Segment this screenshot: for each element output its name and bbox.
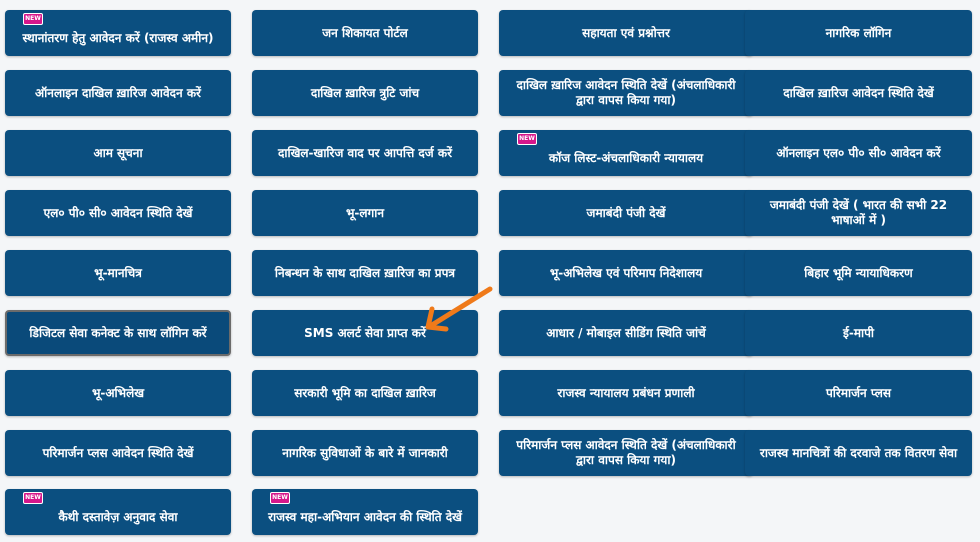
- service-tile-label: दाखिल ख़ारिज आवेदन स्थिति देखें: [783, 85, 934, 100]
- service-tile[interactable]: एल० पी० सी० आवेदन स्थिति देखें: [5, 190, 231, 236]
- new-badge-icon: NEW: [270, 492, 290, 504]
- service-tile[interactable]: जमाबंदी पंजी देखें ( भारत की सभी 22 भाषा…: [745, 190, 972, 236]
- service-tile-label: सहायता एवं प्रश्नोत्तर: [582, 25, 670, 40]
- service-tile-label: सरकारी भूमि का दाखिल ख़ारिज: [294, 385, 436, 400]
- service-tile-label: आधार / मोबाइल सीडिंग स्थिति जांचें: [546, 325, 706, 340]
- service-tile[interactable]: डिजिटल सेवा कनेक्ट के साथ लॉगिन करें: [5, 310, 231, 356]
- service-tile-label: राजस्व न्यायालय प्रबंधन प्रणाली: [557, 385, 695, 400]
- service-tile[interactable]: NEW राजस्व महा-अभियान आवेदन की स्थिति देख…: [252, 489, 478, 535]
- service-tile[interactable]: दाखिल ख़ारिज आवेदन स्थिति देखें: [745, 70, 972, 116]
- service-tile[interactable]: ऑनलाइन एल० पी० सी० आवेदन करें: [745, 130, 972, 176]
- service-tile[interactable]: भू-अभिलेख एवं परिमाप निदेशालय: [499, 250, 753, 296]
- services-grid: NEW स्थानांतरण हेतु आवेदन करें (राजस्व अम…: [0, 0, 980, 542]
- service-tile-label: परिमार्जन प्लस आवेदन स्थिति देखें: [42, 445, 194, 460]
- service-tile[interactable]: जन शिकायत पोर्टल: [252, 10, 478, 56]
- service-tile-label: जमाबंदी पंजी देखें: [586, 205, 666, 220]
- service-tile[interactable]: NEW स्थानांतरण हेतु आवेदन करें (राजस्व अम…: [5, 10, 231, 56]
- service-tile-label: दाखिल ख़ारिज त्रुटि जांच: [310, 85, 420, 100]
- service-tile-label: निबन्धन के साथ दाखिल ख़ारिज का प्रपत्र: [274, 265, 456, 280]
- service-tile[interactable]: नागरिक लॉगिन: [745, 10, 972, 56]
- service-tile-label: ऑनलाइन एल० पी० सी० आवेदन करें: [776, 145, 941, 160]
- service-tile[interactable]: भू-अभिलेख: [5, 370, 231, 416]
- service-tile-label: डिजिटल सेवा कनेक्ट के साथ लॉगिन करें: [29, 325, 207, 340]
- service-tile[interactable]: NEW कॉज लिस्ट-अंचलाधिकारी न्यायालय: [499, 130, 753, 176]
- service-tile[interactable]: परिमार्जन प्लस आवेदन स्थिति देखें (अंचला…: [499, 430, 753, 476]
- service-tile[interactable]: NEW कैथी दस्तावेज़ अनुवाद सेवा: [5, 489, 231, 535]
- service-tile[interactable]: परिमार्जन प्लस: [745, 370, 972, 416]
- service-tile[interactable]: ई-मापी: [745, 310, 972, 356]
- service-tile[interactable]: आम सूचना: [5, 130, 231, 176]
- service-tile[interactable]: भू-मानचित्र: [5, 250, 231, 296]
- service-tile[interactable]: जमाबंदी पंजी देखें: [499, 190, 753, 236]
- new-badge-icon: NEW: [23, 492, 43, 504]
- service-tile-label: भू-लगान: [345, 205, 385, 220]
- service-tile[interactable]: निबन्धन के साथ दाखिल ख़ारिज का प्रपत्र: [252, 250, 478, 296]
- service-tile-label: भू-मानचित्र: [94, 265, 142, 280]
- service-tile-label: आम सूचना: [93, 145, 143, 160]
- service-tile-label: नागरिक लॉगिन: [825, 25, 892, 40]
- service-tile[interactable]: दाखिल ख़ारिज आवेदन स्थिति देखें (अंचलाधि…: [499, 70, 753, 116]
- new-badge-icon: NEW: [23, 13, 43, 25]
- service-tile-label: दाखिल-खारिज वाद पर आपत्ति दर्ज करें: [277, 145, 452, 160]
- service-tile[interactable]: भू-लगान: [252, 190, 478, 236]
- service-tile[interactable]: राजस्व न्यायालय प्रबंधन प्रणाली: [499, 370, 753, 416]
- new-badge-icon: NEW: [517, 133, 537, 145]
- service-tile-label: बिहार भूमि न्यायाधिकरण: [804, 265, 913, 280]
- service-tile-label: जमाबंदी पंजी देखें ( भारत की सभी 22 भाषा…: [769, 198, 948, 227]
- service-tile-label: कॉज लिस्ट-अंचलाधिकारी न्यायालय: [548, 150, 704, 165]
- service-tile[interactable]: आधार / मोबाइल सीडिंग स्थिति जांचें: [499, 310, 753, 356]
- service-tile[interactable]: सहायता एवं प्रश्नोत्तर: [499, 10, 753, 56]
- service-tile-label: SMS अलर्ट सेवा प्राप्त करें: [304, 325, 426, 340]
- service-tile[interactable]: नागरिक सुविधाओं के बारे में जानकारी: [252, 430, 478, 476]
- service-tile-label: भू-अभिलेख: [91, 385, 145, 400]
- service-tile-label: एल० पी० सी० आवेदन स्थिति देखें: [43, 205, 193, 220]
- service-tile-label: राजस्व महा-अभियान आवेदन की स्थिति देखें: [268, 509, 462, 524]
- service-tile-label: कैथी दस्तावेज़ अनुवाद सेवा: [58, 509, 178, 524]
- service-tile-label: ऑनलाइन दाखिल ख़ारिज आवेदन करें: [35, 85, 201, 100]
- service-tile[interactable]: SMS अलर्ट सेवा प्राप्त करें: [252, 310, 478, 356]
- service-tile-label: भू-अभिलेख एवं परिमाप निदेशालय: [549, 265, 703, 280]
- service-tile[interactable]: राजस्व मानचित्रों की दरवाजे तक वितरण सेव…: [745, 430, 972, 476]
- service-tile[interactable]: सरकारी भूमि का दाखिल ख़ारिज: [252, 370, 478, 416]
- service-tile-label: परिमार्जन प्लस: [825, 385, 892, 400]
- service-tile[interactable]: बिहार भूमि न्यायाधिकरण: [745, 250, 972, 296]
- service-tile-label: नागरिक सुविधाओं के बारे में जानकारी: [282, 445, 448, 460]
- service-tile[interactable]: परिमार्जन प्लस आवेदन स्थिति देखें: [5, 430, 231, 476]
- service-tile-label: ई-मापी: [842, 325, 875, 340]
- service-tile-label: स्थानांतरण हेतु आवेदन करें (राजस्व अमीन): [22, 30, 214, 45]
- service-tile-label: राजस्व मानचित्रों की दरवाजे तक वितरण सेव…: [759, 445, 958, 460]
- service-tile[interactable]: दाखिल-खारिज वाद पर आपत्ति दर्ज करें: [252, 130, 478, 176]
- service-tile-label: दाखिल ख़ारिज आवेदन स्थिति देखें (अंचलाधि…: [516, 78, 736, 107]
- service-tile-label: जन शिकायत पोर्टल: [322, 25, 408, 40]
- service-tile-label: परिमार्जन प्लस आवेदन स्थिति देखें (अंचला…: [516, 438, 736, 467]
- service-tile[interactable]: दाखिल ख़ारिज त्रुटि जांच: [252, 70, 478, 116]
- service-tile[interactable]: ऑनलाइन दाखिल ख़ारिज आवेदन करें: [5, 70, 231, 116]
